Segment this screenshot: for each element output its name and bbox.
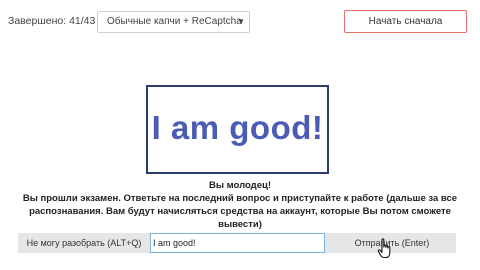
top-toolbar: Завершено: 41/43 Обычные капчи + ReCaptc… (0, 0, 480, 44)
progress-counter: Завершено: 41/43 (8, 15, 95, 27)
captcha-type-select[interactable]: Обычные капчи + ReCaptcha ▼ (97, 11, 250, 33)
captcha-type-selected: Обычные капчи + ReCaptcha (107, 16, 242, 27)
message-line: Вы прошли экзамен. Ответьте на последний… (22, 193, 458, 204)
message-title: Вы молодец! (209, 180, 271, 191)
message-line: распознавания. Вам будут начисляться сре… (29, 206, 451, 217)
captcha-image: I am good! (146, 85, 329, 174)
captcha-text: I am good! (151, 109, 324, 146)
message-line: вывести) (218, 219, 262, 230)
answer-input[interactable] (150, 233, 325, 253)
exam-complete-message: Вы молодец! Вы прошли экзамен. Ответьте … (0, 179, 480, 231)
triangle-down-icon: ▼ (237, 17, 245, 26)
restart-button[interactable]: Начать сначала (344, 10, 467, 33)
progress-counter-value: 41/43 (69, 15, 96, 27)
hand-pointer-icon (377, 238, 391, 259)
cannot-read-button[interactable]: Не могу разобрать (ALT+Q) (18, 233, 150, 253)
progress-counter-label: Завершено: (8, 15, 67, 27)
